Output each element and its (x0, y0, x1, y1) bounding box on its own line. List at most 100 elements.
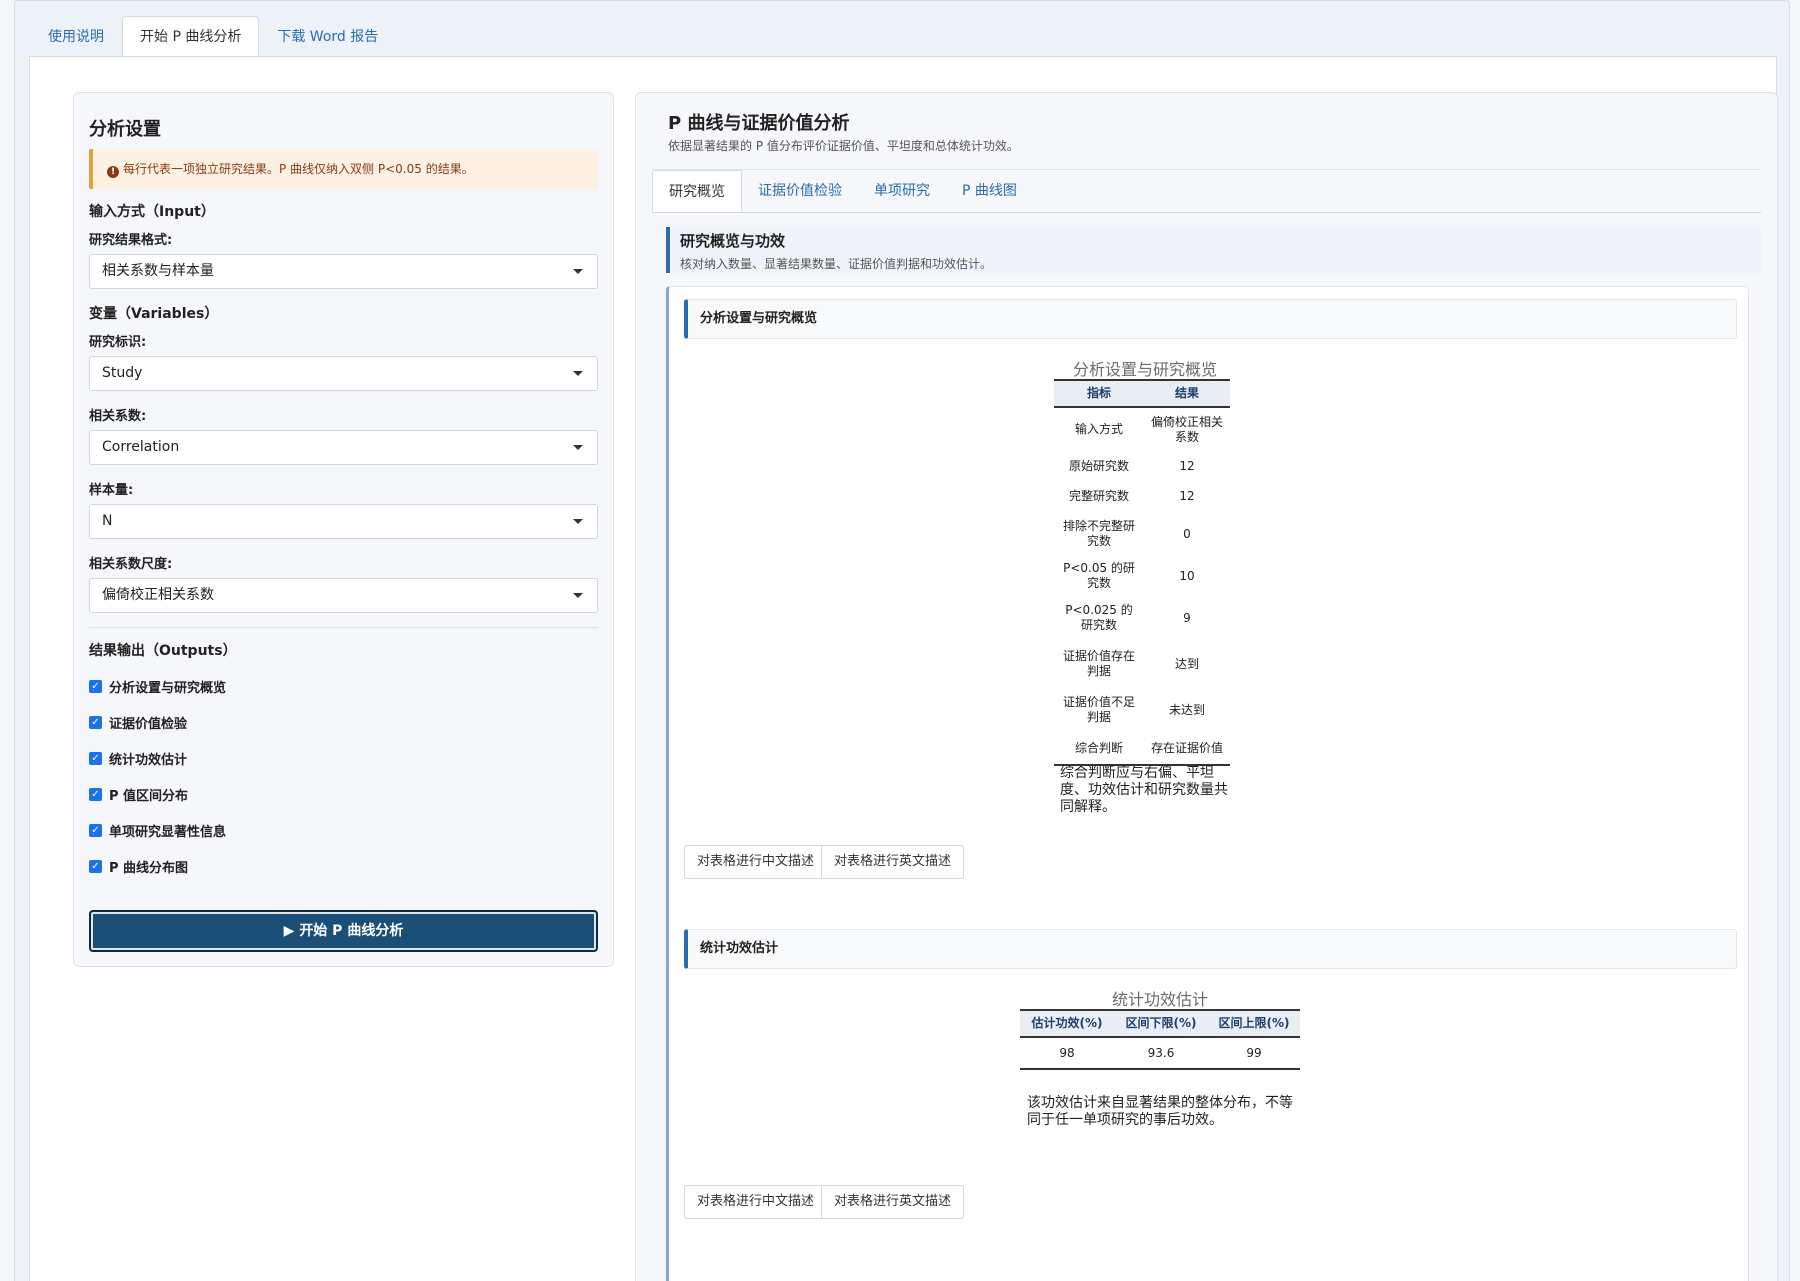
card-header-power: 统计功效估计 (684, 929, 1737, 969)
table-cell: 未达到 (1168, 702, 1205, 717)
chevron-down-icon (573, 519, 583, 524)
overview-table: 指标 结果 输入方式 偏倚校正相关系数 原始研究数 12 完整研究数 12 排除不完整… (1054, 379, 1230, 766)
checkbox-checked-icon[interactable]: ✓ (89, 715, 102, 729)
chevron-down-icon (573, 593, 583, 598)
outputs-section-label: 结果输出（Outputs） (89, 643, 237, 659)
describe-cn-button[interactable]: 对表格进行中文描述 (684, 1185, 828, 1219)
table-header: 结果 (1144, 379, 1230, 408)
top-tab-bar: 使用说明 开始 P 曲线分析 下载 Word 报告 (30, 16, 396, 57)
format-select[interactable]: 相关系数与样本量 (89, 254, 598, 289)
table-footnote: 综合判断应与右偏、平坦度、功效估计和研究数量共同解释。 (1060, 765, 1228, 815)
study-select-value: Study (102, 365, 143, 381)
table-row: 完整研究数 12 (1054, 481, 1230, 511)
chevron-down-icon (573, 269, 583, 274)
table-cell: 12 (1179, 458, 1195, 473)
tab-instructions[interactable]: 使用说明 (30, 16, 122, 57)
table-cell: 0 (1183, 526, 1191, 541)
tab-overview[interactable]: 研究概览 (652, 170, 742, 212)
table-cell: P<0.025 的研究数 (1065, 603, 1133, 632)
table-row: 排除不完整研究数 0 (1054, 511, 1230, 557)
tab-evidence-test[interactable]: 证据价值检验 (742, 170, 858, 212)
tab-download-report[interactable]: 下载 Word 报告 (259, 16, 396, 57)
table-cell: 存在证据价值 (1144, 733, 1230, 766)
alert-text: 每行代表一项独立研究结果。P 曲线仅纳入双侧 P<0.05 的结果。 (123, 162, 474, 176)
correlation-label: 相关系数: (89, 409, 147, 424)
checkbox-checked-icon[interactable]: ✓ (89, 787, 102, 801)
sample-size-select[interactable]: N (89, 504, 598, 539)
divider (652, 212, 1761, 213)
overview-subtitle: 核对纳入数量、显著结果数量、证据价值判据和功效估计。 (680, 257, 993, 271)
checkbox-checked-icon[interactable]: ✓ (89, 859, 102, 873)
output-option-label: P 曲线分布图 (109, 860, 189, 876)
table-cell: P<0.05 的研究数 (1063, 561, 1135, 590)
table-caption: 统计功效估计 (1111, 990, 1208, 1009)
overview-title: 研究概览与功效 (680, 232, 786, 250)
table-row: 输入方式 偏倚校正相关系数 (1054, 407, 1230, 451)
describe-cn-button[interactable]: 对表格进行中文描述 (684, 845, 828, 879)
correlation-select-value: Correlation (102, 439, 180, 455)
table-cell: 99 (1208, 1037, 1300, 1070)
correlation-select[interactable]: Correlation (89, 430, 598, 465)
results-panel: P 曲线与证据价值分析 依据显著结果的 P 值分布评价证据价值、平坦度和总体统计… (635, 92, 1778, 1281)
table-header: 区间上限(%) (1208, 1009, 1300, 1038)
input-section-label: 输入方式（Input） (89, 204, 215, 220)
table-cell: 综合判断 (1054, 733, 1144, 766)
power-table: 估计功效(%) 区间下限(%) 区间上限(%) 98 93.6 99 (1020, 1009, 1300, 1070)
tab-single-study[interactable]: 单项研究 (858, 170, 946, 212)
checkbox-checked-icon[interactable]: ✓ (89, 679, 102, 693)
table-cell: 达到 (1174, 656, 1199, 671)
output-option[interactable]: ✓ 分析设置与研究概览 (89, 668, 598, 704)
output-option-label: 证据价值检验 (109, 716, 188, 732)
results-tab-bar: 研究概览 证据价值检验 单项研究 P 曲线图 (652, 170, 1033, 212)
output-option[interactable]: ✓ P 曲线分布图 (89, 848, 598, 884)
output-option-label: 单项研究显著性信息 (109, 824, 227, 840)
tab-start-analysis[interactable]: 开始 P 曲线分析 (122, 16, 260, 57)
study-label: 研究标识: (89, 335, 147, 350)
chevron-down-icon (573, 371, 583, 376)
output-option-label: 统计功效估计 (109, 752, 188, 768)
checkbox-checked-icon[interactable]: ✓ (89, 751, 102, 765)
tab-p-curve-plot[interactable]: P 曲线图 (946, 170, 1033, 212)
content-panel: 分析设置 ! 每行代表一项独立研究结果。P 曲线仅纳入双侧 P<0.05 的结果。… (29, 56, 1778, 1281)
table-row: P<0.05 的研究数 10 (1054, 557, 1230, 595)
table-footnote: 该功效估计来自显著结果的整体分布，不等同于任一单项研究的事后功效。 (1027, 1095, 1293, 1128)
table-cell: 证据价值不足判据 (1062, 695, 1135, 724)
describe-en-button[interactable]: 对表格进行英文描述 (821, 1185, 965, 1219)
run-analysis-button[interactable]: ▶ 开始 P 曲线分析 (89, 910, 598, 952)
table-cell: 98 (1020, 1037, 1114, 1070)
table-cell: 10 (1179, 568, 1195, 583)
app-window: 使用说明 开始 P 曲线分析 下载 Word 报告 分析设置 ! 每行代表一项独立… (14, 0, 1790, 1281)
output-option[interactable]: ✓ P 值区间分布 (89, 776, 598, 812)
output-option-label: 分析设置与研究概览 (109, 680, 227, 696)
checkbox-checked-icon[interactable]: ✓ (89, 823, 102, 837)
format-label: 研究结果格式: (89, 233, 173, 248)
divider (89, 627, 598, 628)
output-container: 分析设置与研究概览 分析设置与研究概览 指标 结果 输入方式 偏倚校正相关系数 原… (666, 286, 1749, 1281)
output-option[interactable]: ✓ 统计功效估计 (89, 740, 598, 776)
settings-sidebar: 分析设置 ! 每行代表一项独立研究结果。P 曲线仅纳入双侧 P<0.05 的结果。… (73, 92, 614, 967)
chevron-down-icon (573, 445, 583, 450)
table-row: 证据价值不足判据 未达到 (1054, 687, 1230, 733)
scale-select-value: 偏倚校正相关系数 (102, 587, 214, 603)
sidebar-title: 分析设置 (89, 119, 161, 140)
study-select[interactable]: Study (89, 356, 598, 391)
output-option[interactable]: ✓ 证据价值检验 (89, 704, 598, 740)
sample-size-select-value: N (102, 513, 113, 529)
table-header: 估计功效(%) (1020, 1009, 1114, 1038)
table-cell: 输入方式 (1074, 422, 1123, 436)
table-cell: 12 (1179, 488, 1195, 503)
page-title: P 曲线与证据价值分析 (668, 113, 850, 134)
table-row: 综合判断 存在证据价值 (1054, 733, 1230, 766)
output-option-label: P 值区间分布 (109, 788, 189, 804)
scale-select[interactable]: 偏倚校正相关系数 (89, 578, 598, 613)
info-icon: ! (107, 166, 119, 178)
table-row: P<0.025 的研究数 9 (1054, 595, 1230, 641)
info-alert: ! 每行代表一项独立研究结果。P 曲线仅纳入双侧 P<0.05 的结果。 (89, 149, 598, 189)
table-header: 指标 (1054, 379, 1144, 408)
table-row: 原始研究数 12 (1054, 451, 1230, 481)
table-caption: 分析设置与研究概览 (1072, 360, 1217, 379)
table-cell: 偏倚校正相关系数 (1150, 414, 1223, 444)
format-select-value: 相关系数与样本量 (102, 263, 214, 279)
describe-en-button[interactable]: 对表格进行英文描述 (821, 845, 965, 879)
output-option[interactable]: ✓ 单项研究显著性信息 (89, 812, 598, 848)
